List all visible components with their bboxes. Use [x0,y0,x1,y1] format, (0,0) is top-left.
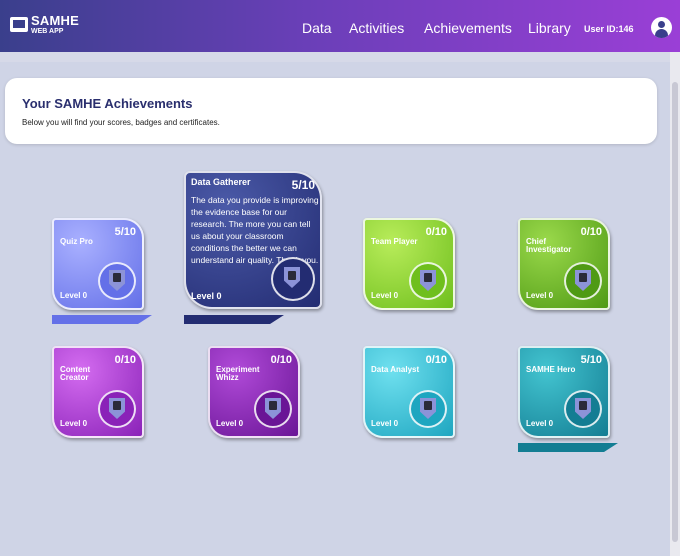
badge-level: Level 0 [371,419,399,428]
team-icon [409,262,447,300]
nav-activities[interactable]: Activities [349,20,404,36]
badge-name: Quiz Pro [60,237,93,246]
nav-data[interactable]: Data [302,20,332,36]
data-gatherer-icon [271,257,315,301]
badge-name: Data Gatherer [191,177,251,187]
badge-level: Level 0 [60,419,88,428]
badge-level: Level 0 [60,291,88,300]
badge-content-creator[interactable]: 0/10 Content Creator Level 0 [52,346,144,438]
hero-icon [564,390,602,428]
badge-score: 5/10 [291,178,315,192]
badge-level: Level 0 [371,291,399,300]
badge-level: Level 0 [191,291,222,301]
badge-samhe-hero[interactable]: 5/10 SAMHE Hero Level 0 [518,346,610,438]
badge-name: Content Creator [60,365,91,382]
badge-score: 5/10 [580,354,602,366]
badge-data-analyst[interactable]: 0/10 Data Analyst Level 0 [363,346,455,438]
badge-score: 0/10 [114,354,136,366]
badge-score: 0/10 [425,354,447,366]
logo-subtitle: WEB APP [31,28,64,35]
logo-icon [10,17,28,32]
logo-title: SAMHE [31,13,79,28]
badge-data-gatherer[interactable]: 5/10 Data Gatherer The data you provide … [184,171,322,309]
badge-experiment-whizz[interactable]: 0/10 Experiment Whizz Level 0 [208,346,300,438]
user-id-label: User ID:146 [584,24,634,34]
badge-team-player[interactable]: 0/10 Team Player Level 0 [363,218,455,310]
badge-level: Level 0 [526,419,554,428]
badge-quiz-pro[interactable]: 5/10 Quiz Pro Level 0 [52,218,144,310]
nav-library[interactable]: Library [528,20,571,36]
badge-score: 5/10 [114,226,136,238]
analyst-icon [409,390,447,428]
badge-progress-bar [518,443,618,452]
content-icon [98,390,136,428]
user-avatar-icon[interactable] [651,17,672,38]
achievements-header-card: Your SAMHE Achievements Below you will f… [5,78,657,144]
page-subtitle: Below you will find your scores, badges … [22,118,220,127]
badge-progress-bar [184,315,284,324]
badge-level: Level 0 [216,419,244,428]
quiz-icon [98,262,136,300]
content-top-strip [0,52,680,62]
badge-progress-bar [52,315,152,324]
badge-chief-investigator[interactable]: 0/10 Chief Investigator Level 0 [518,218,610,310]
badge-score: 0/10 [425,226,447,238]
badge-name: Team Player [371,237,418,246]
samhe-logo[interactable]: SAMHE WEB APP [10,14,79,35]
page-title: Your SAMHE Achievements [22,96,193,111]
magnifier-icon [564,262,602,300]
badge-name: SAMHE Hero [526,365,576,374]
badge-name: Chief Investigator [526,237,572,254]
badge-score: 0/10 [270,354,292,366]
badge-name: Data Analyst [371,365,420,374]
experiment-icon [254,390,292,428]
top-navigation-bar: SAMHE WEB APP Data Activities Achievemen… [0,0,680,52]
badge-level: Level 0 [526,291,554,300]
badge-description: The data you provide is improving the ev… [191,195,319,265]
nav-achievements[interactable]: Achievements [424,20,512,36]
scrollbar-thumb[interactable] [672,82,678,542]
badge-name: Experiment Whizz [216,365,260,382]
badge-score: 0/10 [580,226,602,238]
vertical-scrollbar[interactable] [670,52,680,556]
